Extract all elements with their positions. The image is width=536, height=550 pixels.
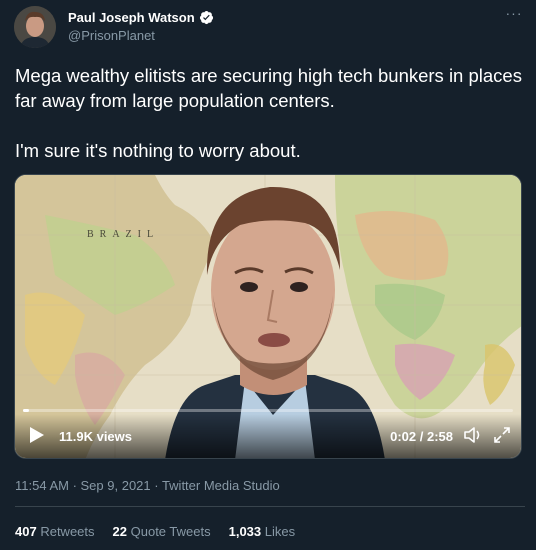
tweet-header: Paul Joseph Watson @PrisonPlanet ··· (12, 6, 524, 50)
retweets-count: 407 (15, 524, 37, 539)
tweet-paragraph-2: I'm sure it's nothing to worry about. (15, 140, 301, 161)
video-progress-fill (23, 409, 29, 412)
quotes-stat[interactable]: 22 Quote Tweets (113, 524, 211, 539)
view-count: 11.9K views (59, 429, 132, 444)
likes-count: 1,033 (228, 524, 262, 539)
tweet-timestamp[interactable]: 11:54 AM · Sep 9, 2021 · Twitter Media S… (15, 478, 280, 493)
retweets-stat[interactable]: 407 Retweets (15, 524, 95, 539)
video-controls: 11.9K views 0:02 / 2:58 (15, 414, 521, 458)
author-name[interactable]: Paul Joseph Watson (68, 10, 195, 25)
map-label-brazil: BRAZIL (87, 229, 159, 240)
quotes-count: 22 (112, 524, 127, 539)
author-name-row[interactable]: Paul Joseph Watson (68, 10, 214, 25)
video-time: 0:02 / 2:58 (390, 429, 453, 444)
likes-stat[interactable]: 1,033 Likes (229, 524, 296, 539)
tweet-text: Mega wealthy elitists are securing high … (15, 63, 525, 163)
quotes-label: Quote Tweets (130, 524, 211, 539)
avatar[interactable] (14, 6, 56, 48)
fullscreen-icon[interactable] (493, 426, 511, 444)
tweet-stats: 407 Retweets 22 Quote Tweets 1,033 Likes (15, 524, 295, 539)
more-options-icon[interactable]: ··· (504, 6, 524, 26)
video-progress-bar[interactable] (23, 409, 513, 412)
retweets-label: Retweets (40, 524, 95, 539)
play-icon[interactable] (29, 426, 45, 444)
likes-label: Likes (264, 524, 296, 539)
divider (15, 506, 525, 507)
tweet-paragraph-1: Mega wealthy elitists are securing high … (15, 65, 522, 111)
verified-badge-icon (199, 10, 213, 25)
author-handle[interactable]: @PrisonPlanet (68, 28, 155, 43)
volume-icon[interactable] (463, 426, 483, 444)
video-player[interactable]: BRAZIL 11.9K views 0:02 / 2:58 (14, 174, 522, 459)
